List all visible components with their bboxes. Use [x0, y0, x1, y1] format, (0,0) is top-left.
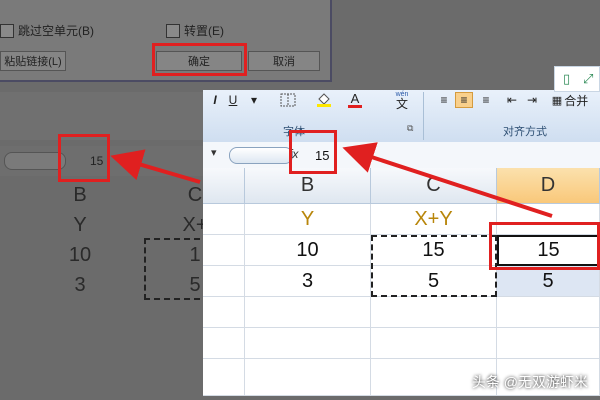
watermark: 头条 @无双游虾米	[471, 374, 588, 390]
arrow-to-bg-formula	[110, 149, 201, 184]
annotation-arrows	[110, 142, 553, 218]
arrow-to-formula-value	[342, 142, 553, 218]
